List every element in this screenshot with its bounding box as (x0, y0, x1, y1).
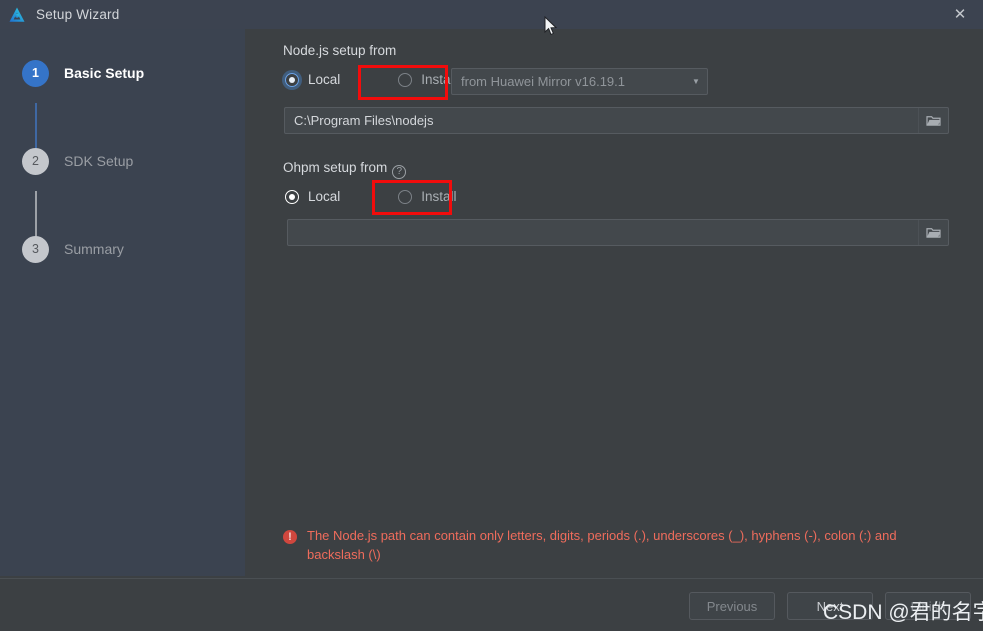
radio-mark-icon (285, 189, 299, 204)
next-button-label: Next (816, 598, 844, 614)
main-content-panel: Node.js setup from Local Install from Hu… (245, 29, 983, 576)
validation-error-message: ! The Node.js path can contain only lett… (283, 526, 943, 564)
radio-label: Install (421, 189, 457, 204)
huawei-devstudio-logo-icon (9, 7, 25, 22)
radio-mark-icon (285, 72, 299, 87)
setup-wizard-window: Setup Wizard ✕ 1 Basic Setup 2 SDK Setup… (0, 0, 983, 631)
dialog-footer: Previous Next Finish (0, 578, 983, 631)
window-title: Setup Wizard (36, 7, 120, 22)
ohpm-source-radio-group: Local Install (285, 189, 457, 204)
step-label: Basic Setup (64, 65, 145, 81)
radio-mark-icon (398, 189, 413, 204)
close-icon: ✕ (953, 6, 967, 23)
ohpm-local-radio[interactable]: Local (285, 189, 340, 204)
ohpm-section-title: Ohpm setup from? (283, 160, 407, 179)
step-number-badge: 2 (22, 147, 49, 175)
folder-icon (926, 116, 941, 126)
nodejs-section-title: Node.js setup from (283, 43, 397, 58)
step-label: SDK Setup (64, 153, 134, 169)
step-number-badge: 1 (22, 59, 49, 87)
nodejs-path-value: C:\Program Files\nodejs (294, 113, 434, 128)
ohpm-path-field[interactable] (287, 219, 949, 246)
finish-button[interactable]: Finish (885, 592, 971, 620)
ohpm-install-radio[interactable]: Install (398, 189, 457, 204)
sidebar-step-basic-setup[interactable]: 1 Basic Setup (0, 51, 245, 95)
radio-mark-icon (398, 72, 413, 87)
folder-icon (926, 228, 941, 238)
footer-button-group: Previous Next Finish (689, 592, 971, 620)
radio-label: Local (308, 189, 341, 204)
nodejs-mirror-select-value: from Huawei Mirror v16.19.1 (461, 74, 625, 89)
wizard-steps-sidebar: 1 Basic Setup 2 SDK Setup 3 Summary (0, 29, 245, 576)
nodejs-install-radio[interactable]: Install (398, 72, 457, 87)
nodejs-local-radio[interactable]: Local (285, 72, 340, 87)
nodejs-path-field[interactable]: C:\Program Files\nodejs (284, 107, 949, 134)
ohpm-browse-button[interactable] (918, 220, 948, 245)
nodejs-source-radio-group: Local Install (285, 72, 457, 87)
previous-button-label: Previous (706, 598, 758, 614)
close-button[interactable]: ✕ (937, 0, 983, 29)
step-number-badge: 3 (22, 235, 49, 263)
error-circle-icon: ! (283, 530, 297, 544)
next-button[interactable]: Next (787, 592, 873, 620)
nodejs-mirror-select[interactable]: from Huawei Mirror v16.19.1 ▼ (451, 68, 708, 95)
error-message-text: The Node.js path can contain only letter… (307, 528, 897, 562)
question-mark-icon[interactable]: ? (392, 165, 407, 179)
title-bar: Setup Wizard ✕ (0, 0, 983, 29)
previous-button[interactable]: Previous (689, 592, 775, 620)
step-label: Summary (64, 241, 124, 257)
radio-label: Local (308, 72, 341, 87)
ohpm-section-title-text: Ohpm setup from (283, 160, 388, 175)
chevron-down-icon: ▼ (692, 77, 700, 86)
finish-button-label: Finish (910, 598, 946, 614)
nodejs-browse-button[interactable] (918, 108, 948, 133)
